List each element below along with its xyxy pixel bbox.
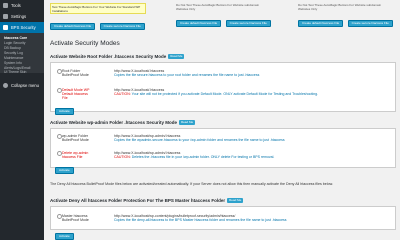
option-label: Root Folder BulletProof Mode	[62, 68, 89, 77]
admin-sidebar: Tools Settings BPS Security htaccess Cor…	[0, 0, 44, 240]
create-default-htaccess-button[interactable]: Create default.htaccess File	[176, 20, 222, 27]
sidebar-item-label: Tools	[11, 3, 21, 8]
sidebar-item-label: Settings	[11, 14, 27, 19]
main-content: Test These AutoMagic Buttons For Your We…	[44, 0, 400, 240]
read-me-button[interactable]: Read Me	[178, 120, 196, 125]
section-heading-wpadmin: Activate Website wp-admin Folder .htacce…	[50, 120, 196, 125]
activate-button[interactable]: Activate	[55, 233, 74, 240]
shield-icon	[3, 25, 8, 30]
caution-text: Your site will not be protected if you a…	[130, 92, 319, 96]
sidebar-item-settings[interactable]: Settings	[0, 11, 44, 22]
settings-icon	[3, 14, 8, 19]
activate-button[interactable]: Activate	[55, 108, 74, 115]
wrench-icon	[3, 3, 8, 8]
collapse-icon	[3, 83, 8, 88]
automagic-col-2: Do Not Test These AutoMagic Buttons For …	[176, 3, 272, 29]
root-mode-options: Root Folder BulletProof Mode http://www.…	[50, 62, 396, 112]
section-heading-text: Activate Website Root Folder .htaccess S…	[50, 54, 167, 59]
create-secure-htaccess-button[interactable]: Create secure.htaccess File	[99, 23, 145, 30]
section-heading-root: Activate Website Root Folder .htaccess S…	[50, 54, 185, 59]
caution-label: CAUTION:	[114, 92, 131, 96]
wpadmin-mode-options: wp-admin Folder BulletProof Mode http://…	[50, 128, 396, 168]
collapse-label: Collapse menu	[11, 83, 39, 88]
submenu-ui-theme[interactable]: UI Theme Skin	[0, 69, 44, 74]
read-me-button[interactable]: Read Me	[168, 54, 185, 59]
caution-text: Deletes the .htaccess file in your /wp-a…	[130, 155, 275, 159]
option-description: Copies the file wpadmin-secure.htaccess …	[114, 138, 285, 142]
create-default-htaccess-button[interactable]: Create default.htaccess File	[50, 23, 96, 30]
sidebar-submenu: htaccess Core Login Security DB Backup S…	[0, 33, 44, 74]
option-label: Default Mode WP Default htaccess File	[62, 87, 90, 100]
notice-text: Do Not Test These AutoMagic Buttons For …	[298, 3, 382, 11]
option-description: CAUTION: Deletes the .htaccess file in y…	[114, 155, 274, 159]
master-htaccess-options: Master htaccess BulletProof Mode http://…	[50, 206, 396, 230]
deny-all-info-text: The Deny All htaccess BulletProof Mode f…	[50, 182, 333, 186]
notice-text: Do Not Test These AutoMagic Buttons For …	[176, 3, 260, 11]
sidebar-item-label: BPS Security	[11, 25, 36, 30]
option-label: wp-admin Folder BulletProof Mode	[62, 133, 89, 142]
read-me-button[interactable]: Read Me	[227, 198, 244, 203]
section-heading-text: Activate Deny All htaccess Folder Protec…	[50, 198, 226, 203]
activate-button[interactable]: Activate	[55, 167, 74, 174]
page-title: Activate Security Modes	[50, 40, 120, 47]
notice-text: Test These AutoMagic Buttons For Your We…	[50, 3, 146, 14]
automagic-col-1: Test These AutoMagic Buttons For Your We…	[50, 3, 146, 32]
option-description: Copies the file secure.htaccess to your …	[114, 73, 260, 77]
section-heading-master: Activate Deny All htaccess Folder Protec…	[50, 198, 244, 203]
create-secure-htaccess-button[interactable]: Create secure.htaccess File	[225, 20, 271, 27]
option-description: Copies the file deny-all.htaccess to the…	[114, 218, 287, 222]
sidebar-item-bps-security[interactable]: BPS Security	[0, 22, 44, 33]
option-label: Delete wp-admin htaccess File	[62, 150, 89, 159]
collapse-menu-button[interactable]: Collapse menu	[0, 80, 44, 91]
sidebar-item-tools[interactable]: Tools	[0, 0, 44, 11]
automagic-col-3: Do Not Test These AutoMagic Buttons For …	[298, 3, 394, 29]
option-description: CAUTION: Your site will not be protected…	[114, 92, 318, 96]
caution-label: CAUTION:	[114, 155, 131, 159]
section-heading-text: Activate Website wp-admin Folder .htacce…	[50, 120, 177, 125]
create-secure-htaccess-button[interactable]: Create secure.htaccess File	[347, 20, 393, 27]
option-label: Master htaccess BulletProof Mode	[62, 213, 89, 222]
create-default-htaccess-button[interactable]: Create default.htaccess File	[298, 20, 344, 27]
